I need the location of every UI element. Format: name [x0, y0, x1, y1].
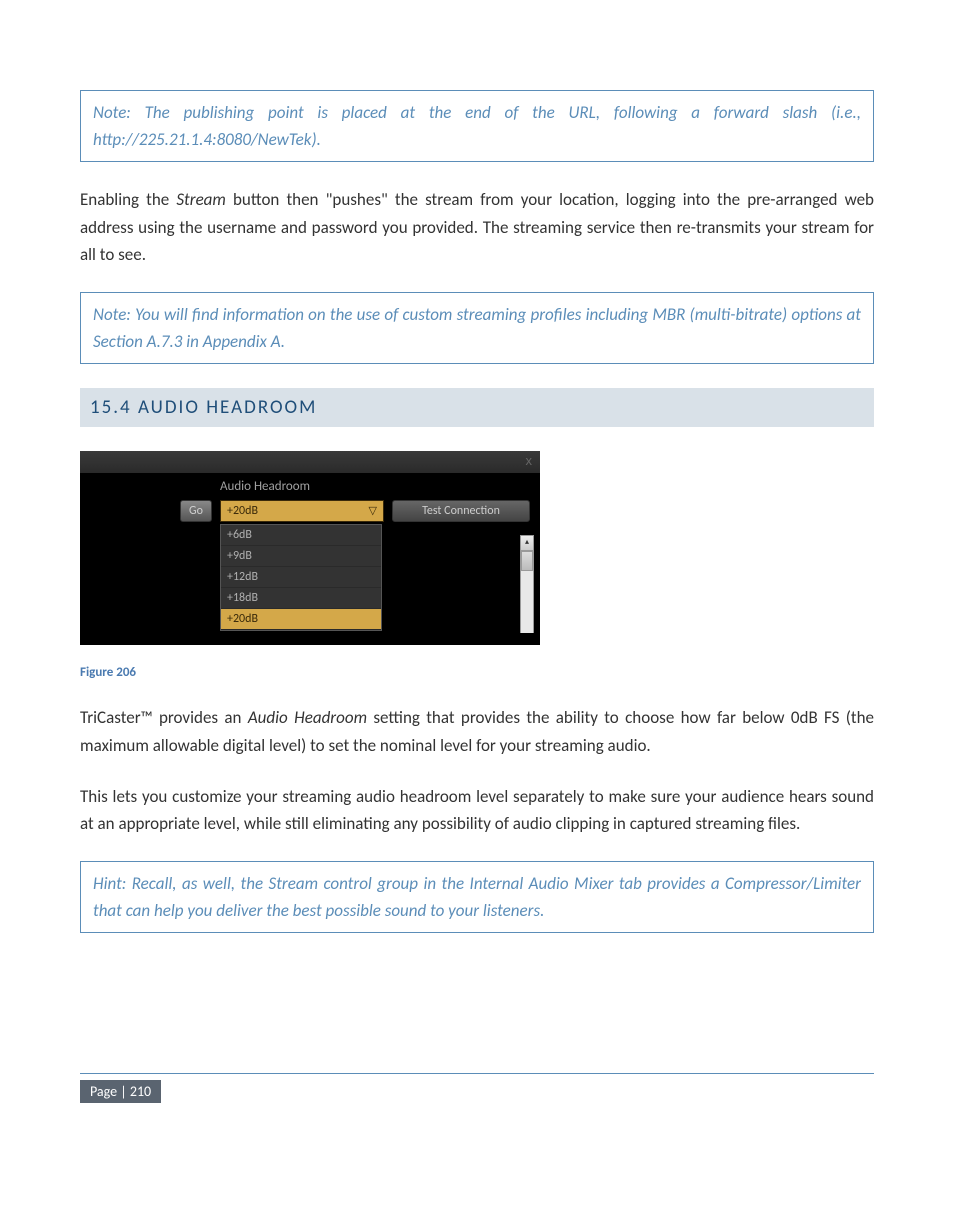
footer-rule [80, 1073, 874, 1074]
dropdown-option[interactable]: +12dB [221, 567, 381, 588]
scroll-thumb[interactable] [521, 551, 533, 571]
panel-topbar: x [80, 451, 540, 473]
p1-lead: Enabling the [80, 189, 176, 210]
paragraph-enabling-stream: Enabling the Stream button then "pushes"… [80, 186, 874, 268]
dropdown-option-selected[interactable]: +20dB [221, 609, 381, 630]
note-box-mbr: Note: You will find information on the u… [80, 292, 874, 364]
audio-headroom-label: Audio Headroom [80, 473, 540, 500]
chevron-down-icon: ▽ [369, 502, 377, 520]
section-heading-audio-headroom: 15.4 AUDIO HEADROOM [80, 388, 874, 427]
audio-headroom-options: +6dB +9dB +12dB +18dB +20dB [220, 524, 382, 631]
audio-headroom-select[interactable]: +20dB ▽ [220, 500, 384, 522]
paragraph-customize: This lets you customize your streaming a… [80, 783, 874, 837]
close-icon[interactable]: x [526, 453, 533, 468]
audio-headroom-panel: x Audio Headroom Go +20dB ▽ Test Connect… [80, 451, 540, 645]
term-audio-headroom: Audio Headroom [248, 707, 367, 728]
dropdown-option[interactable]: +18dB [221, 588, 381, 609]
scrollbar[interactable]: ▴ [520, 535, 534, 633]
p2-lead: TriCaster™ provides an [80, 707, 248, 728]
scroll-track[interactable] [520, 551, 534, 633]
figure-caption: Figure 206 [80, 665, 874, 680]
go-button[interactable]: Go [180, 500, 212, 522]
term-stream: Stream [176, 189, 226, 210]
paragraph-tricaster-headroom: TriCaster™ provides an Audio Headroom se… [80, 704, 874, 758]
scroll-up-icon[interactable]: ▴ [520, 535, 534, 551]
hint-box-compressor: Hint: Recall, as well, the Stream contro… [80, 861, 874, 933]
hint-text: Hint: Recall, as well, the Stream contro… [93, 873, 861, 921]
select-value: +20dB [227, 502, 258, 520]
test-connection-button[interactable]: Test Connection [392, 500, 530, 522]
dropdown-option[interactable]: +6dB [221, 525, 381, 546]
note-text: Note: The publishing point is placed at … [93, 102, 861, 150]
figure-audio-headroom: x Audio Headroom Go +20dB ▽ Test Connect… [80, 451, 874, 645]
note-text: Note: You will find information on the u… [93, 304, 861, 352]
dropdown-option[interactable]: +9dB [221, 546, 381, 567]
note-box-publishing-point: Note: The publishing point is placed at … [80, 90, 874, 162]
dropdown-row: Go +20dB ▽ Test Connection [80, 500, 540, 522]
page-number: Page | 210 [80, 1080, 161, 1103]
